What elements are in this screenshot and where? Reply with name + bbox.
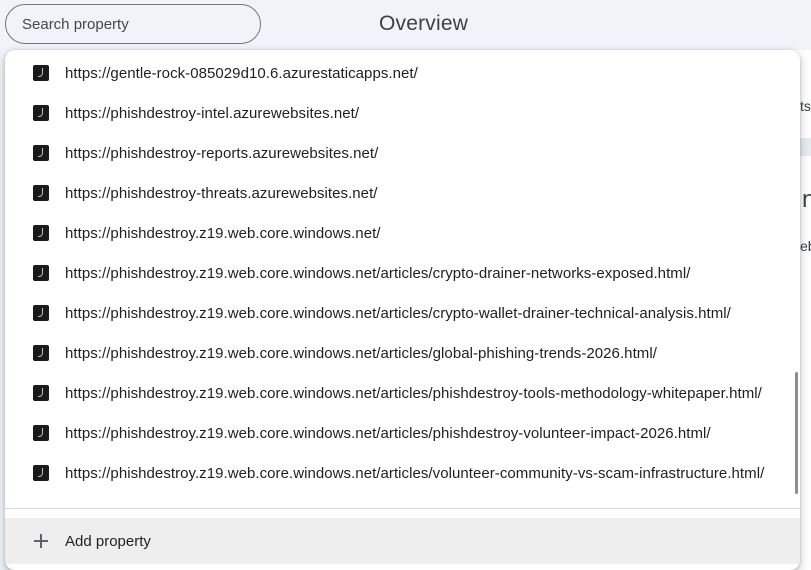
- page-title: Overview: [379, 12, 469, 35]
- site-favicon-icon: [33, 145, 49, 161]
- add-property-button[interactable]: Add property: [5, 518, 800, 564]
- property-item[interactable]: https://phishdestroy-intel.azurewebsites…: [5, 93, 800, 133]
- search-box[interactable]: [5, 4, 261, 44]
- property-url: https://phishdestroy-threats.azurewebsit…: [65, 184, 378, 202]
- site-favicon-icon: [33, 265, 49, 281]
- background-text-fragment: eb: [800, 238, 811, 254]
- property-url: https://phishdestroy.z19.web.core.window…: [65, 304, 731, 322]
- property-item[interactable]: https://phishdestroy.z19.web.core.window…: [5, 333, 800, 373]
- property-url: https://phishdestroy-reports.azurewebsit…: [65, 144, 379, 162]
- background-text-fragment: ts: [800, 98, 811, 114]
- site-favicon-icon: [33, 65, 49, 81]
- background-text-fragment: n: [802, 186, 811, 213]
- site-favicon-icon: [33, 225, 49, 241]
- property-url: https://phishdestroy.z19.web.core.window…: [65, 464, 765, 482]
- property-url: https://phishdestroy.z19.web.core.window…: [65, 424, 711, 442]
- search-input[interactable]: [22, 15, 260, 33]
- site-favicon-icon: [33, 185, 49, 201]
- divider: [5, 508, 800, 509]
- property-url: https://phishdestroy.z19.web.core.window…: [65, 344, 657, 362]
- dropdown-scrollbar[interactable]: [795, 372, 798, 494]
- property-item[interactable]: https://phishdestroy-reports.azurewebsit…: [5, 133, 800, 173]
- property-item[interactable]: https://gentle-rock-085029d10.6.azuresta…: [5, 53, 800, 93]
- site-favicon-icon: [33, 305, 49, 321]
- property-item[interactable]: https://phishdestroy.z19.web.core.window…: [5, 213, 800, 253]
- property-url: https://phishdestroy-intel.azurewebsites…: [65, 104, 360, 122]
- site-favicon-icon: [33, 345, 49, 361]
- property-url: https://phishdestroy.z19.web.core.window…: [65, 264, 691, 282]
- property-item[interactable]: https://phishdestroy.z19.web.core.window…: [5, 413, 800, 453]
- add-property-label: Add property: [65, 532, 151, 550]
- site-favicon-icon: [33, 105, 49, 121]
- plus-icon: [31, 531, 51, 551]
- property-dropdown: https://gentle-rock-085029d10.6.azuresta…: [5, 50, 800, 570]
- site-favicon-icon: [33, 385, 49, 401]
- property-url: https://phishdestroy.z19.web.core.window…: [65, 384, 762, 402]
- site-favicon-icon: [33, 425, 49, 441]
- property-item[interactable]: https://phishdestroy-threats.azurewebsit…: [5, 173, 800, 213]
- property-url: https://phishdestroy.z19.web.core.window…: [65, 224, 381, 242]
- app: Overview ts n eb https://gentle-rock-085…: [0, 0, 811, 570]
- property-item[interactable]: https://phishdestroy.z19.web.core.window…: [5, 453, 800, 493]
- property-item[interactable]: https://phishdestroy.z19.web.core.window…: [5, 373, 800, 413]
- property-item[interactable]: https://phishdestroy.z19.web.core.window…: [5, 253, 800, 293]
- site-favicon-icon: [33, 465, 49, 481]
- property-list: https://gentle-rock-085029d10.6.azuresta…: [5, 53, 800, 493]
- property-item[interactable]: https://phishdestroy.z19.web.core.window…: [5, 293, 800, 333]
- property-url: https://gentle-rock-085029d10.6.azuresta…: [65, 64, 418, 82]
